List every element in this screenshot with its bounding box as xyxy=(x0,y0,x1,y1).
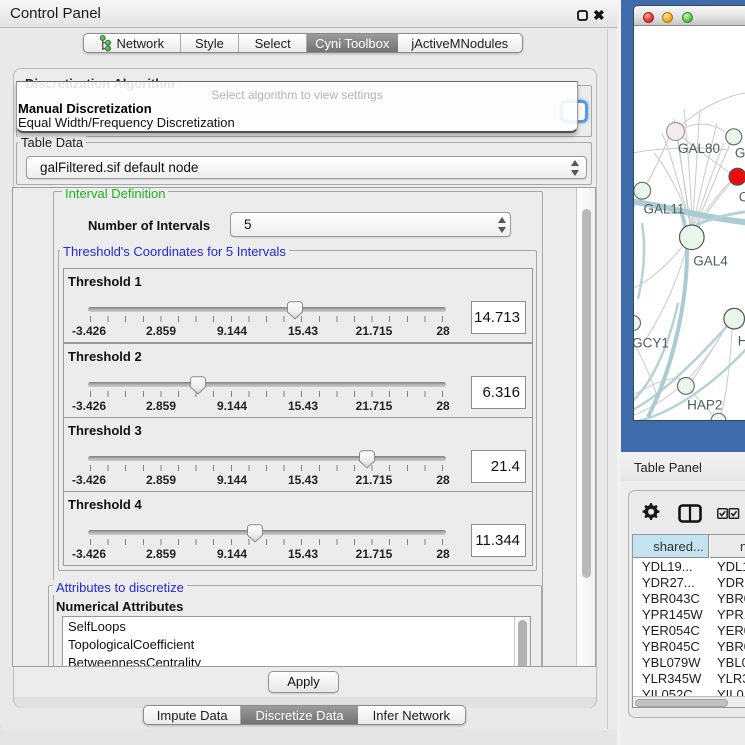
svg-text:GCY1: GCY1 xyxy=(634,336,669,351)
svg-text:GAL4: GAL4 xyxy=(693,254,728,269)
svg-text:GAL11: GAL11 xyxy=(644,202,685,217)
svg-text:GAL80: GAL80 xyxy=(678,141,720,156)
svg-text:GA: GA xyxy=(735,146,745,161)
svg-text:HAP2: HAP2 xyxy=(687,398,722,413)
svg-text:HA: HA xyxy=(738,334,745,349)
svg-text:CA: CA xyxy=(739,190,745,205)
